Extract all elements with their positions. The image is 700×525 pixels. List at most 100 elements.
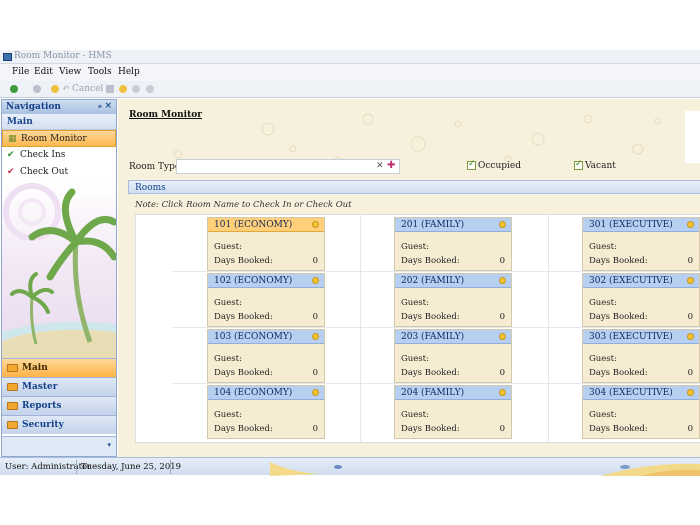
- guest-label: Guest:: [401, 354, 429, 364]
- grid-line: [548, 215, 549, 442]
- room-name-link[interactable]: 201 (FAMILY): [395, 218, 511, 232]
- check-icon: ✔: [7, 167, 15, 177]
- add-icon[interactable]: ✚: [387, 160, 395, 171]
- room-card[interactable]: 101 (ECONOMY) Guest: Days Booked: 0: [207, 217, 325, 271]
- room-card[interactable]: 303 (EXECUTIVE) Guest: Days Booked: 0: [582, 329, 700, 383]
- refresh-icon[interactable]: [33, 85, 41, 93]
- guest-label: Guest:: [401, 410, 429, 420]
- status-dot-icon: [499, 221, 506, 228]
- page-title: Room Monitor: [129, 110, 202, 120]
- navigation-panel: Navigation ᵖ × Main ▦ Room Monitor ✔ Che…: [1, 99, 117, 457]
- nav-group-master[interactable]: Master: [2, 377, 116, 396]
- nav-item-room-monitor[interactable]: ▦ Room Monitor: [2, 130, 116, 147]
- grid-icon: ▦: [8, 134, 17, 144]
- window-title: Room Monitor - HMS: [14, 51, 112, 61]
- days-booked-label: Days Booked:: [214, 312, 273, 322]
- room-card[interactable]: 203 (FAMILY) Guest: Days Booked: 0: [394, 329, 512, 383]
- days-booked-value: 0: [499, 312, 505, 322]
- room-card[interactable]: 103 (ECONOMY) Guest: Days Booked: 0: [207, 329, 325, 383]
- days-booked-label: Days Booked:: [214, 256, 273, 266]
- room-card[interactable]: 201 (FAMILY) Guest: Days Booked: 0: [394, 217, 512, 271]
- status-dot-icon: [499, 389, 506, 396]
- menu-edit[interactable]: Edit: [34, 67, 53, 77]
- room-card[interactable]: 204 (FAMILY) Guest: Days Booked: 0: [394, 385, 512, 439]
- room-monitor-panel: Room Monitor Room Type: ✕ ✚ Occupied Vac…: [118, 99, 700, 457]
- status-dot-icon: [312, 333, 319, 340]
- days-booked-label: Days Booked:: [214, 424, 273, 434]
- status-dot-icon: [312, 277, 319, 284]
- nav-item-label: Room Monitor: [21, 134, 87, 144]
- pin-icon[interactable]: ᵖ: [98, 102, 102, 112]
- room-type-input[interactable]: [176, 159, 400, 174]
- days-booked-value: 0: [499, 256, 505, 266]
- nav-group-main[interactable]: Main: [2, 358, 116, 377]
- room-name-link[interactable]: 102 (ECONOMY): [208, 274, 324, 288]
- vacant-checkbox[interactable]: [574, 159, 583, 170]
- grid-line: [172, 383, 700, 384]
- wave-decoration: [270, 462, 700, 476]
- nav-item-check-ins[interactable]: ✔ Check Ins: [2, 147, 116, 164]
- status-bar: User: Administrator Tuesday, June 25, 20…: [0, 457, 700, 476]
- occupied-checkbox[interactable]: [467, 159, 476, 170]
- status-dot-icon: [499, 333, 506, 340]
- rooms-grid: 101 (ECONOMY) Guest: Days Booked: 0 102 …: [135, 214, 700, 443]
- room-name-link[interactable]: 202 (FAMILY): [395, 274, 511, 288]
- room-name-link[interactable]: 101 (ECONOMY): [208, 218, 324, 232]
- guest-label: Guest:: [214, 242, 242, 252]
- status-dot-icon: [687, 389, 694, 396]
- menu-view[interactable]: View: [59, 67, 81, 77]
- palm-tree-illustration: [2, 183, 116, 358]
- print-icon[interactable]: [106, 85, 114, 93]
- guest-label: Guest:: [401, 242, 429, 252]
- days-booked-label: Days Booked:: [589, 368, 648, 378]
- room-name-link[interactable]: 203 (FAMILY): [395, 330, 511, 344]
- guest-label: Guest:: [401, 298, 429, 308]
- menu-tools[interactable]: Tools: [88, 67, 112, 77]
- close-icon[interactable]: ×: [104, 101, 112, 111]
- room-name-link[interactable]: 302 (EXECUTIVE): [583, 274, 699, 288]
- nav-group-reports[interactable]: Reports: [2, 396, 116, 415]
- room-card[interactable]: 302 (EXECUTIVE) Guest: Days Booked: 0: [582, 273, 700, 327]
- room-name-link[interactable]: 103 (ECONOMY): [208, 330, 324, 344]
- cancel-button[interactable]: Cancel: [72, 84, 103, 94]
- nav-group-security[interactable]: Security: [2, 415, 116, 434]
- star-icon[interactable]: [119, 85, 127, 93]
- back-icon[interactable]: [10, 85, 18, 93]
- room-name-link[interactable]: 104 (ECONOMY): [208, 386, 324, 400]
- menu-help[interactable]: Help: [118, 67, 140, 77]
- room-card[interactable]: 104 (ECONOMY) Guest: Days Booked: 0: [207, 385, 325, 439]
- nav-group-label: Security: [22, 420, 64, 430]
- nav-item-check-out[interactable]: ✔ Check Out: [2, 164, 116, 181]
- menu-file[interactable]: File: [12, 67, 29, 77]
- guest-label: Guest:: [589, 242, 617, 252]
- nav-group-label: Reports: [22, 401, 62, 411]
- room-name-link[interactable]: 301 (EXECUTIVE): [583, 218, 699, 232]
- status-dot-icon: [312, 389, 319, 396]
- status-dot-icon: [312, 221, 319, 228]
- rooms-note: Note: Click Room Name to Check In or Che…: [135, 200, 352, 210]
- room-name-link[interactable]: 304 (EXECUTIVE): [583, 386, 699, 400]
- navigation-footer: ▾: [2, 436, 116, 456]
- room-name-link[interactable]: 204 (FAMILY): [395, 386, 511, 400]
- status-dot-icon: [499, 277, 506, 284]
- days-booked-value: 0: [687, 424, 693, 434]
- room-card[interactable]: 304 (EXECUTIVE) Guest: Days Booked: 0: [582, 385, 700, 439]
- room-card[interactable]: 202 (FAMILY) Guest: Days Booked: 0: [394, 273, 512, 327]
- days-booked-value: 0: [312, 424, 318, 434]
- chevron-down-icon[interactable]: ▾: [107, 441, 111, 449]
- days-booked-label: Days Booked:: [401, 312, 460, 322]
- room-name-link[interactable]: 303 (EXECUTIVE): [583, 330, 699, 344]
- days-booked-value: 0: [687, 312, 693, 322]
- occupied-label: Occupied: [478, 161, 521, 171]
- days-booked-value: 0: [312, 368, 318, 378]
- days-booked-value: 0: [499, 424, 505, 434]
- help-icon[interactable]: [132, 85, 140, 93]
- save-icon[interactable]: [51, 85, 59, 93]
- days-booked-label: Days Booked:: [589, 256, 648, 266]
- clear-icon[interactable]: ✕: [376, 161, 384, 171]
- days-booked-value: 0: [312, 256, 318, 266]
- room-card[interactable]: 301 (EXECUTIVE) Guest: Days Booked: 0: [582, 217, 700, 271]
- room-card[interactable]: 102 (ECONOMY) Guest: Days Booked: 0: [207, 273, 325, 327]
- info-icon[interactable]: [146, 85, 154, 93]
- undo-icon[interactable]: ↶: [62, 84, 70, 94]
